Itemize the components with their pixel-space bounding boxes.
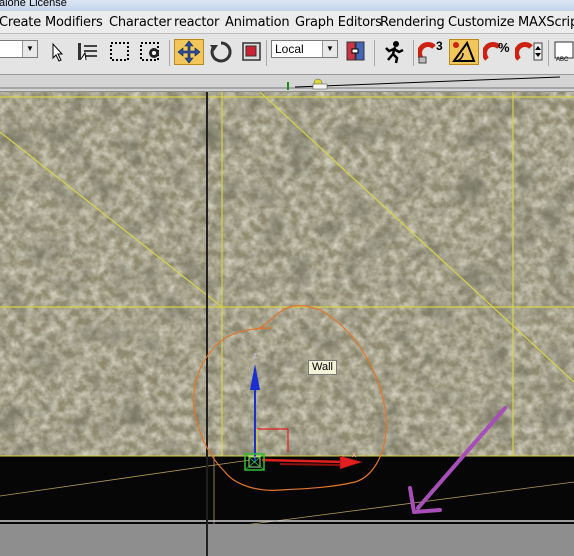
window-title: alone License — [0, 0, 67, 9]
select-and-move-icon — [177, 40, 201, 64]
menu-modifiers[interactable]: Modifiers — [45, 15, 103, 30]
select-object-button[interactable] — [46, 39, 70, 65]
select-and-manipulate-icon — [385, 41, 404, 64]
select-and-scale-button[interactable] — [240, 39, 264, 65]
select-and-scale-icon — [242, 42, 261, 61]
time-track — [0, 75, 574, 91]
menu-rendering[interactable]: Rendering — [380, 15, 445, 30]
rectangular-selection-icon — [110, 42, 129, 61]
time-bar[interactable] — [0, 75, 574, 92]
percent-snap-icon: % — [483, 40, 510, 61]
spinner-snap-button[interactable] — [515, 39, 545, 65]
gizmo-x-label: x — [352, 450, 356, 459]
snaps-toggle-icon: 3 — [418, 39, 443, 64]
use-pivot-center-button[interactable] — [343, 39, 367, 65]
menu-customize[interactable]: Customize — [448, 15, 515, 30]
spinner-snap-icon — [515, 42, 543, 61]
angle-snap-icon — [452, 40, 476, 62]
menu-graph-editors[interactable]: Graph Editors — [295, 15, 382, 30]
rectangular-selection-button[interactable] — [108, 39, 132, 65]
selection-filter-dropdown[interactable]: ▼ — [0, 40, 38, 58]
select-object-icon — [52, 42, 64, 62]
snap-superscript: 3 — [436, 39, 443, 53]
chevron-down-icon: ▼ — [22, 41, 37, 57]
menu-create[interactable]: Create — [0, 15, 41, 30]
select-and-rotate-icon — [210, 41, 232, 63]
select-and-rotate-button[interactable] — [209, 39, 233, 65]
reference-coordinate-system-dropdown[interactable]: Local ▼ — [271, 40, 338, 58]
menu-animation[interactable]: Animation — [225, 15, 290, 30]
reference-coordinate-value: Local — [275, 42, 304, 56]
percent-snap-label: % — [498, 40, 510, 55]
window-crossing-icon — [140, 42, 159, 61]
gizmo-z-label: z — [253, 351, 257, 360]
main-toolbar: ▼ Local ▼ 3 % ABC — [0, 34, 574, 75]
menu-reactor[interactable]: reactor — [174, 15, 219, 30]
viewport-bottom-strip — [0, 524, 574, 556]
edit-named-selection-icon: ABC — [554, 41, 574, 63]
chevron-down-icon: ▼ — [322, 41, 337, 57]
select-by-name-icon — [78, 43, 97, 61]
named-selection-sets-button[interactable]: ABC — [552, 39, 574, 65]
svg-text:ABC: ABC — [556, 57, 569, 63]
window-crossing-button[interactable] — [139, 39, 163, 65]
select-and-manipulate-button[interactable] — [379, 39, 409, 65]
select-and-move-button[interactable] — [174, 39, 204, 65]
select-by-name-button[interactable] — [76, 39, 100, 65]
object-tooltip-label: Wall — [308, 360, 337, 375]
percent-snap-button[interactable]: % — [482, 39, 512, 65]
angle-snap-toggle-button[interactable] — [449, 39, 479, 65]
rock-texture-overlay — [0, 92, 574, 456]
perspective-viewport[interactable]: z x Wall — [0, 92, 574, 556]
window-title-bar: alone License — [0, 0, 574, 11]
use-pivot-center-icon — [346, 41, 365, 61]
snaps-toggle-button[interactable]: 3 — [417, 39, 447, 65]
menu-maxscript[interactable]: MAXScript — [518, 15, 574, 30]
viewport-scene: z x — [0, 92, 574, 556]
menu-bar: Create Modifiers Character reactor Anima… — [0, 11, 574, 34]
menu-character[interactable]: Character — [109, 15, 172, 30]
